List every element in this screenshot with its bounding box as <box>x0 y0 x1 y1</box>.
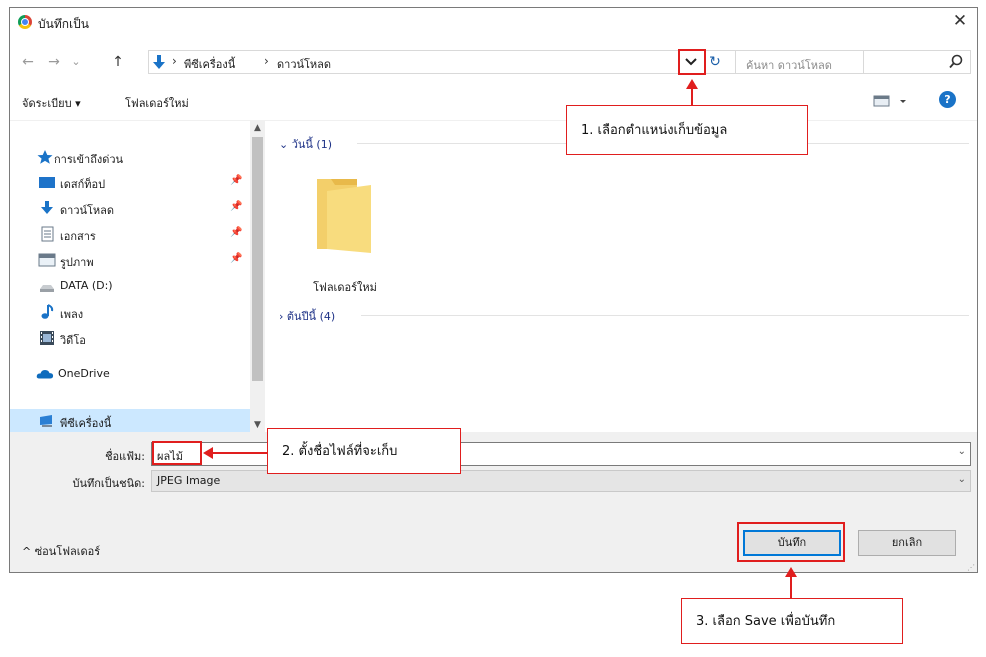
navigation-bar: ← → ⌄ ↑ › พีซีเครื่องนี้ › ดาวน์โหลด ↻ ค… <box>10 48 977 76</box>
sidebar-item-label: รูปภาพ <box>60 256 94 269</box>
annotation-arrow-1 <box>691 88 693 105</box>
chrome-icon <box>18 15 32 29</box>
new-folder-button[interactable]: โฟลเดอร์ใหม่ <box>125 94 189 112</box>
back-button[interactable]: ← <box>18 52 38 72</box>
video-icon <box>40 331 54 345</box>
annotation-note-3: 3. เลือก Save เพื่อบันทึก <box>681 598 903 644</box>
annotation-highlight-save <box>737 522 845 562</box>
window-title: บันทึกเป็น <box>38 17 89 31</box>
drive-icon <box>40 285 54 292</box>
breadcrumb-downloads[interactable]: ดาวน์โหลด <box>277 55 331 73</box>
scroll-up-button[interactable]: ▲ <box>250 121 265 136</box>
pin-icon[interactable]: 📌 <box>230 201 242 212</box>
view-options-button[interactable] <box>872 92 912 110</box>
view-icon <box>873 95 906 107</box>
sidebar-item-label: OneDrive <box>58 367 110 380</box>
file-list: ⌄ วันนี้ (1) โฟลเดอร์ใหม่ › ต้นปีนี้ (4) <box>265 121 977 433</box>
browser-body: การเข้าถึงด่วน เดสก์ท็อป 📌 ดาวน์โหลด 📌 เ… <box>10 120 977 433</box>
sidebar-item-music[interactable]: เพลง <box>10 300 250 324</box>
search-placeholder: ค้นหา ดาวน์โหลด <box>746 59 832 72</box>
chevron-down-icon: ⌄ <box>279 138 289 151</box>
sidebar-item-pictures[interactable]: รูปภาพ 📌 <box>10 248 250 272</box>
computer-icon <box>40 415 52 427</box>
sidebar-item-this-pc[interactable]: พีซีเครื่องนี้ <box>10 409 250 433</box>
sidebar-item-label: พีซีเครื่องนี้ <box>60 417 112 430</box>
breadcrumb-separator: › <box>264 54 269 68</box>
folder-icon[interactable] <box>313 175 371 253</box>
recent-locations-button[interactable]: ⌄ <box>68 52 84 72</box>
sidebar-item-label: ดาวน์โหลด <box>60 204 115 217</box>
group-header-label: วันนี้ (1) <box>291 138 333 151</box>
sidebar-item-label: การเข้าถึงด่วน <box>54 153 124 166</box>
group-header-earlier-this-year[interactable]: › ต้นปีนี้ (4) <box>279 307 335 325</box>
sidebar-item-videos[interactable]: วิดีโอ <box>10 326 250 350</box>
navigation-pane: การเข้าถึงด่วน เดสก์ท็อป 📌 ดาวน์โหลด 📌 เ… <box>10 121 265 433</box>
command-toolbar: จัดระเบียบ ▾ โฟลเดอร์ใหม่ ? <box>10 88 977 114</box>
pin-icon[interactable]: 📌 <box>230 227 242 238</box>
chevron-up-icon: ^ <box>22 545 32 558</box>
pictures-icon <box>38 253 56 267</box>
document-icon <box>41 226 54 242</box>
sidebar-item-onedrive[interactable]: OneDrive <box>10 362 250 386</box>
annotation-arrow-2 <box>213 452 267 454</box>
scroll-thumb[interactable] <box>252 137 263 381</box>
pin-icon[interactable]: 📌 <box>230 253 242 264</box>
annotation-highlight-dropdown <box>678 49 706 75</box>
scroll-down-button[interactable]: ▼ <box>250 418 265 433</box>
annotation-arrowhead-2 <box>203 447 213 459</box>
sidebar-item-data-drive[interactable]: DATA (D:) <box>10 274 250 298</box>
cloud-icon <box>36 369 54 379</box>
folder-name[interactable]: โฟลเดอร์ใหม่ <box>305 278 385 296</box>
music-icon <box>41 304 54 319</box>
annotation-arrowhead-1 <box>686 79 698 89</box>
forward-button[interactable]: → <box>44 52 64 72</box>
annotation-note-1: 1. เลือกตำแหน่งเก็บข้อมูล <box>566 105 808 155</box>
sidebar-item-label: เอกสาร <box>60 230 96 243</box>
search-box[interactable]: ค้นหา ดาวน์โหลด <box>735 50 971 74</box>
star-icon <box>37 150 53 164</box>
sidebar-item-desktop[interactable]: เดสก์ท็อป 📌 <box>10 170 250 194</box>
sidebar-scrollbar[interactable]: ▲ ▼ <box>250 121 265 433</box>
chevron-down-icon[interactable]: ⌄ <box>958 446 966 457</box>
refresh-button[interactable]: ↻ <box>705 51 725 73</box>
annotation-highlight-filename <box>152 441 202 465</box>
sidebar-item-label: เพลง <box>60 308 84 321</box>
breadcrumb-separator: › <box>172 54 177 68</box>
breadcrumb-this-pc[interactable]: พีซีเครื่องนี้ <box>184 55 235 73</box>
pin-icon[interactable]: 📌 <box>230 175 242 186</box>
search-icon <box>949 54 963 69</box>
resize-grip-icon[interactable]: ⋰ <box>967 563 975 572</box>
download-icon <box>153 55 165 69</box>
sidebar-item-label: วิดีโอ <box>60 334 86 347</box>
sidebar-item-documents[interactable]: เอกสาร 📌 <box>10 222 250 246</box>
download-icon <box>41 201 53 214</box>
group-divider <box>361 315 969 316</box>
desktop-icon <box>39 177 55 188</box>
group-header-label: ต้นปีนี้ (4) <box>286 310 336 323</box>
annotation-note-2: 2. ตั้งชื่อไฟล์ที่จะเก็บ <box>267 428 461 474</box>
close-button[interactable]: ✕ <box>949 10 971 32</box>
filetype-value: JPEG Image <box>157 474 221 487</box>
cancel-button[interactable]: ยกเลิก <box>858 530 956 556</box>
sidebar-item-downloads[interactable]: ดาวน์โหลด 📌 <box>10 196 250 220</box>
annotation-arrowhead-3 <box>785 567 797 577</box>
save-as-dialog: บันทึกเป็น ✕ ← → ⌄ ↑ › พีซีเครื่องนี้ › … <box>9 7 978 573</box>
up-button[interactable]: ↑ <box>108 52 128 72</box>
sidebar-item-label: DATA (D:) <box>60 279 113 292</box>
help-icon[interactable]: ? <box>939 91 956 108</box>
group-header-today[interactable]: ⌄ วันนี้ (1) <box>279 135 332 153</box>
hide-folders-label: ซ่อนโฟลเดอร์ <box>34 545 101 558</box>
filename-label: ชื่อแฟ้ม: <box>105 450 145 463</box>
sidebar-item-quick-access[interactable]: การเข้าถึงด่วน <box>10 145 250 169</box>
organize-menu[interactable]: จัดระเบียบ ▾ <box>22 94 81 112</box>
filetype-label: บันทึกเป็นชนิด: <box>72 477 145 490</box>
sidebar-item-label: เดสก์ท็อป <box>60 178 106 191</box>
hide-folders-button[interactable]: ^ ซ่อนโฟลเดอร์ <box>22 542 100 560</box>
chevron-down-icon: ⌄ <box>957 474 966 485</box>
chevron-right-icon: › <box>279 310 284 323</box>
title-bar: บันทึกเป็น ✕ <box>10 8 977 36</box>
annotation-arrow-3 <box>790 576 792 598</box>
